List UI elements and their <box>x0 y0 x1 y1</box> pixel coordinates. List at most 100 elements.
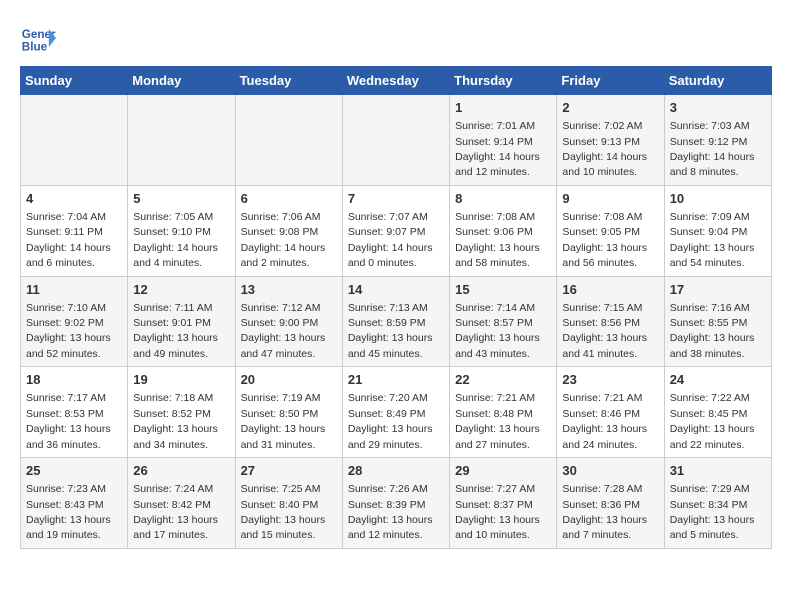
day-number: 22 <box>455 371 551 389</box>
week-row-1: 1Sunrise: 7:01 AM Sunset: 9:14 PM Daylig… <box>21 95 772 186</box>
day-number: 6 <box>241 190 337 208</box>
week-row-5: 25 Sunrise: 7:23 AM Sunset: 8:43 PM Dayli… <box>21 458 772 549</box>
day-info: Sunrise: 7:20 AM Sunset: 8:49 PM Dayligh… <box>348 392 433 450</box>
day-number: 25 <box>26 462 122 480</box>
logo: General Blue <box>20 20 60 56</box>
weekday-header-monday: Monday <box>128 67 235 95</box>
day-cell: 9 Sunrise: 7:08 AM Sunset: 9:05 PM Daylig… <box>557 185 664 276</box>
day-cell: 8 Sunrise: 7:08 AM Sunset: 9:06 PM Daylig… <box>450 185 557 276</box>
day-number: 17 <box>670 281 766 299</box>
day-info: Sunrise: 7:05 AM Sunset: 9:10 PM Dayligh… <box>133 211 218 269</box>
day-info: Sunrise: 7:29 AM Sunset: 8:34 PM Dayligh… <box>670 483 755 541</box>
day-info: Sunrise: 7:13 AM Sunset: 8:59 PM Dayligh… <box>348 302 433 360</box>
weekday-header-saturday: Saturday <box>664 67 771 95</box>
day-info: Sunrise: 7:08 AM Sunset: 9:05 PM Dayligh… <box>562 211 647 269</box>
day-cell: 24 Sunrise: 7:22 AM Sunset: 8:45 PM Dayli… <box>664 367 771 458</box>
weekday-header-row: SundayMondayTuesdayWednesdayThursdayFrid… <box>21 67 772 95</box>
day-info: Sunrise: 7:21 AM Sunset: 8:48 PM Dayligh… <box>455 392 540 450</box>
day-cell: 23Sunrise: 7:21 AM Sunset: 8:46 PM Dayli… <box>557 367 664 458</box>
day-cell <box>342 95 449 186</box>
day-info: Sunrise: 7:04 AM Sunset: 9:11 PM Dayligh… <box>26 211 111 269</box>
day-cell: 15 Sunrise: 7:14 AM Sunset: 8:57 PM Dayli… <box>450 276 557 367</box>
day-number: 26 <box>133 462 229 480</box>
day-cell: 22 Sunrise: 7:21 AM Sunset: 8:48 PM Dayli… <box>450 367 557 458</box>
day-cell: 29Sunrise: 7:27 AM Sunset: 8:37 PM Dayli… <box>450 458 557 549</box>
day-number: 16 <box>562 281 658 299</box>
day-cell: 20 Sunrise: 7:19 AM Sunset: 8:50 PM Dayli… <box>235 367 342 458</box>
day-cell <box>21 95 128 186</box>
week-row-4: 18 Sunrise: 7:17 AM Sunset: 8:53 PM Dayli… <box>21 367 772 458</box>
day-number: 14 <box>348 281 444 299</box>
day-number: 28 <box>348 462 444 480</box>
weekday-header-friday: Friday <box>557 67 664 95</box>
day-cell: 25 Sunrise: 7:23 AM Sunset: 8:43 PM Dayli… <box>21 458 128 549</box>
day-info: Sunrise: 7:15 AM Sunset: 8:56 PM Dayligh… <box>562 302 647 360</box>
day-cell: 18 Sunrise: 7:17 AM Sunset: 8:53 PM Dayli… <box>21 367 128 458</box>
weekday-header-thursday: Thursday <box>450 67 557 95</box>
day-number: 27 <box>241 462 337 480</box>
day-cell: 12 Sunrise: 7:11 AM Sunset: 9:01 PM Dayli… <box>128 276 235 367</box>
day-cell: 10 Sunrise: 7:09 AM Sunset: 9:04 PM Dayli… <box>664 185 771 276</box>
day-cell: 17 Sunrise: 7:16 AM Sunset: 8:55 PM Dayli… <box>664 276 771 367</box>
day-number: 4 <box>26 190 122 208</box>
day-number: 13 <box>241 281 337 299</box>
day-info: Sunrise: 7:08 AM Sunset: 9:06 PM Dayligh… <box>455 211 540 269</box>
day-info: Sunrise: 7:16 AM Sunset: 8:55 PM Dayligh… <box>670 302 755 360</box>
day-cell: 7Sunrise: 7:07 AM Sunset: 9:07 PM Daylig… <box>342 185 449 276</box>
day-info: Sunrise: 7:12 AM Sunset: 9:00 PM Dayligh… <box>241 302 326 360</box>
day-number: 24 <box>670 371 766 389</box>
day-cell: 3Sunrise: 7:03 AM Sunset: 9:12 PM Daylig… <box>664 95 771 186</box>
day-info: Sunrise: 7:09 AM Sunset: 9:04 PM Dayligh… <box>670 211 755 269</box>
day-number: 31 <box>670 462 766 480</box>
day-number: 12 <box>133 281 229 299</box>
day-info: Sunrise: 7:23 AM Sunset: 8:43 PM Dayligh… <box>26 483 111 541</box>
day-number: 30 <box>562 462 658 480</box>
day-number: 8 <box>455 190 551 208</box>
calendar-table: SundayMondayTuesdayWednesdayThursdayFrid… <box>20 66 772 549</box>
day-cell: 5 Sunrise: 7:05 AM Sunset: 9:10 PM Daylig… <box>128 185 235 276</box>
day-number: 23 <box>562 371 658 389</box>
day-cell: 4 Sunrise: 7:04 AM Sunset: 9:11 PM Daylig… <box>21 185 128 276</box>
day-cell: 6 Sunrise: 7:06 AM Sunset: 9:08 PM Daylig… <box>235 185 342 276</box>
day-info: Sunrise: 7:27 AM Sunset: 8:37 PM Dayligh… <box>455 483 540 541</box>
day-cell: 30 Sunrise: 7:28 AM Sunset: 8:36 PM Dayli… <box>557 458 664 549</box>
day-cell: 28 Sunrise: 7:26 AM Sunset: 8:39 PM Dayli… <box>342 458 449 549</box>
day-info: Sunrise: 7:14 AM Sunset: 8:57 PM Dayligh… <box>455 302 540 360</box>
day-cell: 16 Sunrise: 7:15 AM Sunset: 8:56 PM Dayli… <box>557 276 664 367</box>
day-info: Sunrise: 7:11 AM Sunset: 9:01 PM Dayligh… <box>133 302 218 360</box>
day-info: Sunrise: 7:10 AM Sunset: 9:02 PM Dayligh… <box>26 302 111 360</box>
logo-icon: General Blue <box>20 20 56 56</box>
day-cell: 31 Sunrise: 7:29 AM Sunset: 8:34 PM Dayli… <box>664 458 771 549</box>
day-cell: 11 Sunrise: 7:10 AM Sunset: 9:02 PM Dayli… <box>21 276 128 367</box>
day-cell: 14 Sunrise: 7:13 AM Sunset: 8:59 PM Dayli… <box>342 276 449 367</box>
day-info: Sunrise: 7:25 AM Sunset: 8:40 PM Dayligh… <box>241 483 326 541</box>
day-info: Sunrise: 7:26 AM Sunset: 8:39 PM Dayligh… <box>348 483 433 541</box>
day-cell: 2Sunrise: 7:02 AM Sunset: 9:13 PM Daylig… <box>557 95 664 186</box>
weekday-header-tuesday: Tuesday <box>235 67 342 95</box>
day-number: 10 <box>670 190 766 208</box>
day-number: 11 <box>26 281 122 299</box>
day-number: 15 <box>455 281 551 299</box>
day-info: Sunrise: 7:19 AM Sunset: 8:50 PM Dayligh… <box>241 392 326 450</box>
page-header: General Blue <box>20 20 772 56</box>
day-info: Sunrise: 7:28 AM Sunset: 8:36 PM Dayligh… <box>562 483 647 541</box>
day-info: Sunrise: 7:03 AM Sunset: 9:12 PM Dayligh… <box>670 120 755 178</box>
day-number: 5 <box>133 190 229 208</box>
day-number: 9 <box>562 190 658 208</box>
day-cell: 1Sunrise: 7:01 AM Sunset: 9:14 PM Daylig… <box>450 95 557 186</box>
weekday-header-wednesday: Wednesday <box>342 67 449 95</box>
week-row-2: 4 Sunrise: 7:04 AM Sunset: 9:11 PM Daylig… <box>21 185 772 276</box>
day-info: Sunrise: 7:06 AM Sunset: 9:08 PM Dayligh… <box>241 211 326 269</box>
day-info: Sunrise: 7:24 AM Sunset: 8:42 PM Dayligh… <box>133 483 218 541</box>
day-info: Sunrise: 7:22 AM Sunset: 8:45 PM Dayligh… <box>670 392 755 450</box>
day-cell: 13 Sunrise: 7:12 AM Sunset: 9:00 PM Dayli… <box>235 276 342 367</box>
day-cell: 27 Sunrise: 7:25 AM Sunset: 8:40 PM Dayli… <box>235 458 342 549</box>
day-info: Sunrise: 7:18 AM Sunset: 8:52 PM Dayligh… <box>133 392 218 450</box>
day-info: Sunrise: 7:01 AM Sunset: 9:14 PM Dayligh… <box>455 120 540 178</box>
week-row-3: 11 Sunrise: 7:10 AM Sunset: 9:02 PM Dayli… <box>21 276 772 367</box>
day-number: 18 <box>26 371 122 389</box>
day-cell: 21Sunrise: 7:20 AM Sunset: 8:49 PM Dayli… <box>342 367 449 458</box>
day-info: Sunrise: 7:17 AM Sunset: 8:53 PM Dayligh… <box>26 392 111 450</box>
day-number: 20 <box>241 371 337 389</box>
day-number: 19 <box>133 371 229 389</box>
